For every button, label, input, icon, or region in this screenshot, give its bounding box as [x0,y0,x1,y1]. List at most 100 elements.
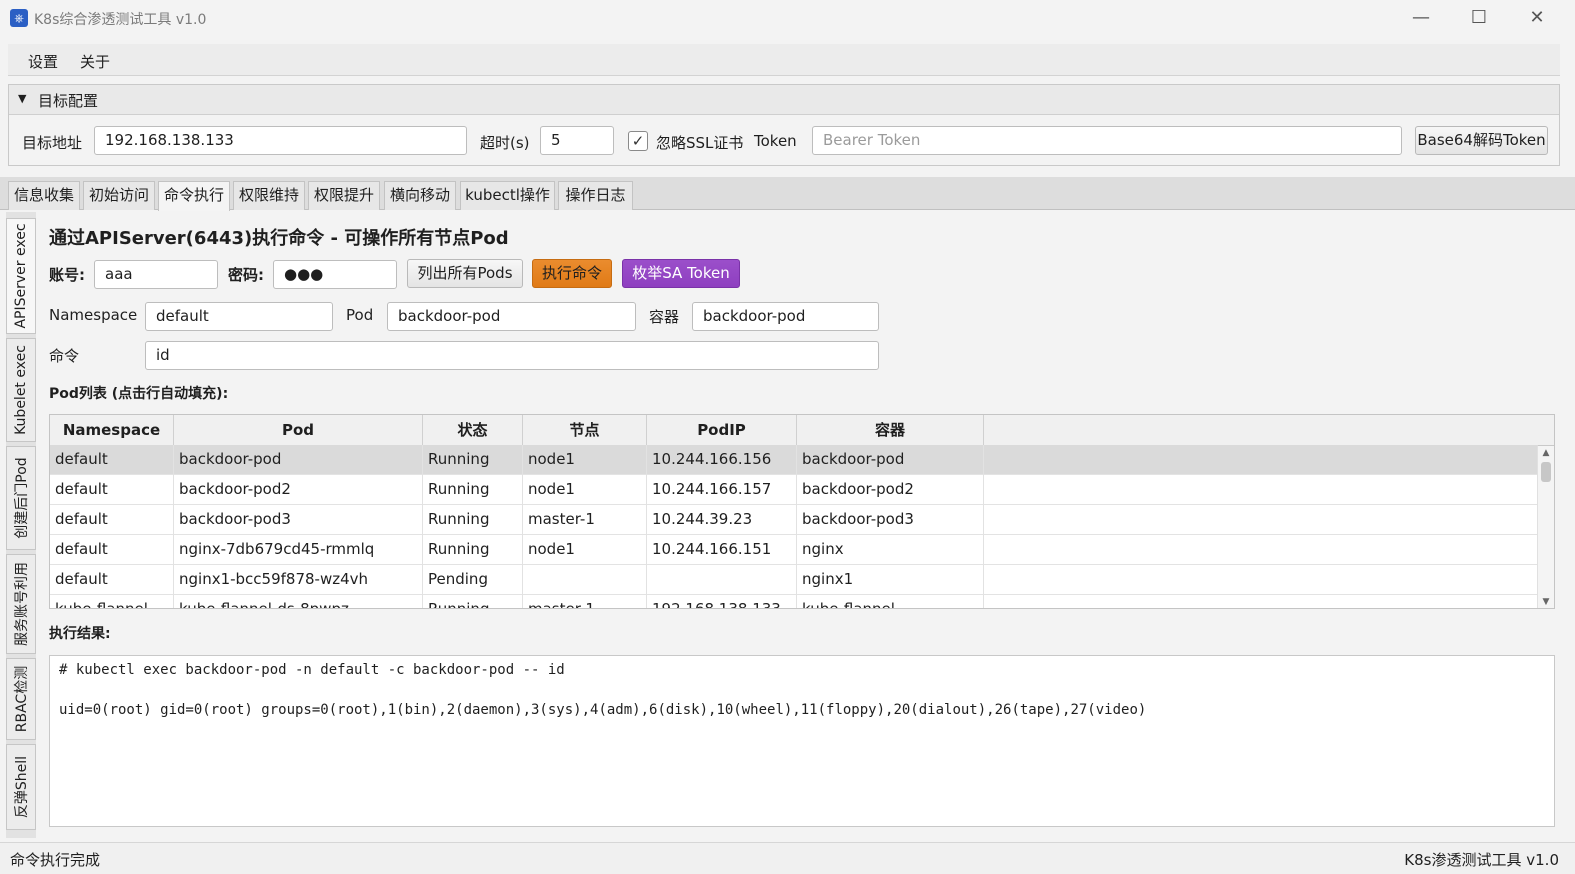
side-tab-label: 服务账号利用 [14,562,30,646]
enum-sa-token-button[interactable]: 枚举SA Token [622,259,740,288]
cell-node: master-1 [523,595,647,608]
namespace-input[interactable]: default [145,302,333,331]
cell-namespace: default [50,505,174,535]
cell-pod: backdoor-pod2 [174,475,423,505]
pod-input[interactable]: backdoor-pod [387,302,636,331]
column-header-podip[interactable]: PodIP [647,415,797,446]
cell-namespace: default [50,445,174,475]
cell-pod: kube-flannel-ds-8pwpz [174,595,423,608]
tab-command-exec[interactable]: 命令执行 [158,181,230,211]
account-label: 账号: [49,266,85,284]
side-tab-label: RBAC检测 [14,665,30,733]
menu-settings[interactable]: 设置 [28,51,58,72]
scroll-up-icon[interactable]: ▲ [1538,446,1554,460]
tab-lateral-movement[interactable]: 横向移动 [384,181,456,210]
tab-privilege-escalation[interactable]: 权限提升 [308,181,380,210]
table-header: Namespace Pod 状态 节点 PodIP 容器 [50,415,1554,446]
menu-bar: 设置 关于 [8,44,1560,76]
window-title: K8s综合渗透测试工具 v1.0 [34,12,207,28]
tab-initial-access[interactable]: 初始访问 [83,181,155,210]
cell-pod: nginx1-bcc59f878-wz4vh [174,565,423,595]
kubernetes-app-icon: ⎈ [10,9,28,27]
column-header-container[interactable]: 容器 [797,415,984,446]
pod-list-title: Pod列表 (点击行自动填充): [49,386,229,402]
cell-node: master-1 [523,505,647,535]
decode-token-button[interactable]: Base64解码Token [1415,126,1548,155]
side-tab-bar: APIServer exec Kubelet exec 创建后门Pod 服务账号… [6,212,36,838]
side-tab-rbac-check[interactable]: RBAC检测 [6,658,36,740]
collapse-triangle-icon: ▼ [18,92,27,105]
result-title: 执行结果: [49,626,111,642]
cell-pod: nginx-7db679cd45-rmmlq [174,535,423,565]
cell-namespace: default [50,535,174,565]
cell-status: Running [423,445,523,475]
list-pods-button[interactable]: 列出所有Pods [407,259,523,288]
table-row[interactable]: kube-flannel kube-flannel-ds-8pwpz Runni… [50,595,1538,608]
result-line: uid=0(root) gid=0(root) groups=0(root),1… [59,702,1147,718]
result-line: # kubectl exec backdoor-pod -n default -… [59,662,565,678]
timeout-label: 超时(s) [480,134,530,152]
minimize-button[interactable]: — [1392,0,1450,36]
close-button[interactable]: ✕ [1508,0,1566,36]
maximize-button[interactable]: ☐ [1450,0,1508,36]
cell-status: Running [423,595,523,608]
table-row[interactable]: default nginx1-bcc59f878-wz4vh Pending n… [50,565,1538,595]
target-address-label: 目标地址 [22,134,83,152]
ignore-ssl-checkbox[interactable]: ✓ [628,131,648,151]
column-header-node[interactable]: 节点 [523,415,647,446]
result-output[interactable]: # kubectl exec backdoor-pod -n default -… [49,655,1555,827]
cell-namespace: default [50,475,174,505]
container-input[interactable]: backdoor-pod [692,302,879,331]
password-input[interactable]: ●●● [273,260,397,289]
cell-container: nginx [797,535,984,565]
token-input[interactable]: Bearer Token [812,126,1402,155]
tab-persistence[interactable]: 权限维持 [233,181,305,210]
table-row[interactable]: default backdoor-pod Running node1 10.24… [50,445,1538,475]
target-config-panel: ▼ 目标配置 目标地址 192.168.138.133 超时(s) 5 ✓ 忽略… [8,84,1560,166]
cell-podip: 192.168.138.133 [647,595,797,608]
account-input[interactable]: aaa [94,260,218,289]
column-header-pod[interactable]: Pod [174,415,423,446]
target-address-input[interactable]: 192.168.138.133 [94,126,467,155]
side-tab-label: APIServer exec [13,223,29,329]
side-tab-service-account[interactable]: 服务账号利用 [6,554,36,654]
table-row[interactable]: default nginx-7db679cd45-rmmlq Running n… [50,535,1538,565]
cell-podip: 10.244.166.156 [647,445,797,475]
cell-podip [647,565,797,595]
password-label: 密码: [228,266,264,284]
table-scrollbar[interactable]: ▲ ▼ [1537,446,1554,608]
column-header-status[interactable]: 状态 [423,415,523,446]
command-input[interactable]: id [145,341,879,370]
side-tab-label: 创建后门Pod [14,457,30,539]
table-row[interactable]: default backdoor-pod2 Running node1 10.2… [50,475,1538,505]
cell-node: node1 [523,475,647,505]
pod-table: Namespace Pod 状态 节点 PodIP 容器 default bac… [49,414,1555,609]
table-row[interactable]: default backdoor-pod3 Running master-1 1… [50,505,1538,535]
exec-command-button[interactable]: 执行命令 [532,259,612,288]
cell-namespace: default [50,565,174,595]
timeout-input[interactable]: 5 [540,126,614,155]
side-tab-backdoor-pod[interactable]: 创建后门Pod [6,446,36,550]
side-tab-apiserver-exec[interactable]: APIServer exec [6,218,36,334]
target-config-header[interactable]: ▼ 目标配置 [9,85,1559,115]
tab-info-collect[interactable]: 信息收集 [8,181,80,210]
title-bar: ⎈ K8s综合渗透测试工具 v1.0 — ☐ ✕ [0,0,1575,36]
ignore-ssl-label: 忽略SSL证书 [656,134,744,152]
side-tab-reverse-shell[interactable]: 反弹Shell [6,744,36,830]
side-tab-label: Kubelet exec [13,345,29,435]
cell-status: Running [423,505,523,535]
cell-pod: backdoor-pod [174,445,423,475]
column-header-namespace[interactable]: Namespace [50,415,174,446]
tab-operation-log[interactable]: 操作日志 [558,181,633,210]
cell-status: Running [423,535,523,565]
status-bar: 命令执行完成 K8s渗透测试工具 v1.0 [0,842,1575,874]
side-tab-kubelet-exec[interactable]: Kubelet exec [6,338,36,442]
scroll-thumb[interactable] [1541,462,1551,482]
cell-container: kube-flannel [797,595,984,608]
menu-about[interactable]: 关于 [80,51,110,72]
tab-kubectl[interactable]: kubectl操作 [460,181,555,210]
cell-container: backdoor-pod2 [797,475,984,505]
app-window: ⎈ K8s综合渗透测试工具 v1.0 — ☐ ✕ 设置 关于 ▼ 目标配置 目标… [0,0,1575,874]
namespace-label: Namespace [49,306,138,324]
scroll-down-icon[interactable]: ▼ [1538,595,1554,608]
